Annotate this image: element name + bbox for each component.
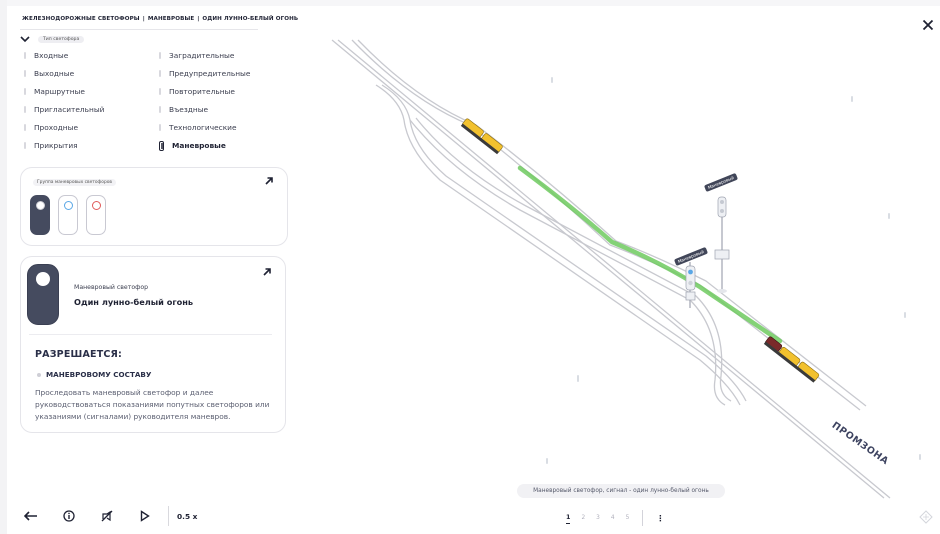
signal-description: Проследовать маневровый светофор и далее… xyxy=(35,388,270,421)
scene-caption: Маневровый светофор, сигнал - один лунно… xyxy=(517,484,725,498)
category-label: Проходные xyxy=(34,123,78,132)
category-label: Прикрытия xyxy=(34,141,78,150)
page-item[interactable]: 4 xyxy=(611,515,615,521)
category-item[interactable]: Повторительные xyxy=(159,87,250,96)
page-item[interactable]: 3 xyxy=(596,515,600,521)
sound-toggle-button[interactable] xyxy=(96,507,118,525)
category-marker xyxy=(24,142,26,149)
signal-variant-white[interactable] xyxy=(30,195,50,235)
arrow-left-icon xyxy=(24,511,37,521)
category-label: Заградительные xyxy=(169,51,235,60)
category-label: Пригласительный xyxy=(34,105,105,114)
category-item[interactable]: Выходные xyxy=(24,69,104,78)
header-divider xyxy=(20,29,258,30)
category-item[interactable]: Заградительные xyxy=(159,51,250,60)
category-marker xyxy=(24,70,26,77)
brand-logo-icon xyxy=(919,510,933,524)
category-label: Повторительные xyxy=(169,87,235,96)
signal-subtitle: Маневровый светофор xyxy=(74,284,149,291)
chevron-down-icon[interactable] xyxy=(20,35,30,43)
category-label: Маршрутные xyxy=(34,87,85,96)
category-marker xyxy=(159,70,161,77)
play-icon xyxy=(140,510,150,522)
category-item[interactable]: Пригласительный xyxy=(24,105,105,114)
signal-title: Один лунно-белый огонь xyxy=(74,297,194,307)
allowed-target: МАНЕВРОВОМУ СОСТАВУ xyxy=(37,370,151,379)
playback-toolbar: 0.5 x xyxy=(20,506,197,526)
signal-variant-red[interactable] xyxy=(86,195,106,235)
detail-divider xyxy=(29,334,272,335)
bullet-icon xyxy=(37,372,41,377)
category-marker xyxy=(159,124,161,131)
category-marker xyxy=(159,88,161,95)
category-item[interactable]: Въездные xyxy=(159,105,250,114)
category-item[interactable]: Предупредительные xyxy=(159,69,251,78)
scene-pager: 1 2 3 4 5 ⋮ xyxy=(566,510,664,526)
signal-type-badge: Тип светофора xyxy=(38,35,85,43)
breadcrumb-separator: | xyxy=(142,16,145,22)
expand-arrow-icon[interactable] xyxy=(262,267,272,277)
playback-speed[interactable]: 0.5 x xyxy=(177,512,197,521)
allowed-heading: РАЗРЕШАЕТСЯ: xyxy=(35,349,123,360)
shunting-signal-icon xyxy=(159,140,164,151)
info-button[interactable] xyxy=(58,507,80,525)
category-item[interactable]: Прикрытия xyxy=(24,141,104,150)
category-item[interactable]: Технологические xyxy=(159,123,250,132)
page-item[interactable]: 2 xyxy=(581,515,585,521)
category-item[interactable]: Маршрутные xyxy=(24,87,104,96)
signal-variant-blue[interactable] xyxy=(58,195,78,235)
page-item[interactable]: 5 xyxy=(626,515,630,521)
allowed-target-label: МАНЕВРОВОМУ СОСТАВУ xyxy=(46,370,152,379)
category-label: Маневровые xyxy=(172,141,226,150)
expand-arrow-icon[interactable] xyxy=(264,176,274,186)
more-options-icon[interactable]: ⋮ xyxy=(656,514,664,523)
close-icon[interactable] xyxy=(922,19,934,31)
group-card-tag: Группа маневровых светофоров xyxy=(33,179,117,186)
category-label: Технологические xyxy=(169,123,237,132)
category-label: Входные xyxy=(34,51,69,60)
breadcrumb: ЖЕЛЕЗНОДОРОЖНЫЕ СВЕТОФОРЫ | МАНЕВРОВЫЕ |… xyxy=(22,16,298,22)
category-marker xyxy=(159,52,161,59)
category-item[interactable]: Проходные xyxy=(24,123,104,132)
category-marker xyxy=(24,52,26,59)
category-marker xyxy=(24,88,26,95)
signal-type-toggle[interactable]: Тип светофора xyxy=(20,35,85,43)
category-item-active[interactable]: Маневровые xyxy=(159,140,250,151)
mute-icon xyxy=(101,510,113,522)
category-marker xyxy=(24,106,26,113)
signal-lamp xyxy=(64,201,73,210)
signal-lamp xyxy=(92,201,101,210)
breadcrumb-item[interactable]: ЖЕЛЕЗНОДОРОЖНЫЕ СВЕТОФОРЫ xyxy=(22,16,140,22)
category-list-left: Входные Выходные Маршрутные Пригласитель… xyxy=(24,51,105,150)
breadcrumb-separator: | xyxy=(197,16,200,22)
category-marker xyxy=(24,124,26,131)
category-item[interactable]: Входные xyxy=(24,51,104,60)
page-item-active[interactable]: 1 xyxy=(566,513,571,524)
toolbar-divider xyxy=(168,506,169,526)
pager-divider xyxy=(642,510,644,526)
shunting-signal-illustration xyxy=(27,264,59,325)
breadcrumb-item: ОДИН ЛУННО-БЕЛЫЙ ОГОНЬ xyxy=(202,16,299,22)
breadcrumb-item[interactable]: МАНЕВРОВЫЕ xyxy=(148,16,194,22)
category-list-right: Заградительные Предупредительные Повтори… xyxy=(159,51,251,151)
category-label: Предупредительные xyxy=(169,69,251,78)
back-button[interactable] xyxy=(20,507,42,525)
play-button[interactable] xyxy=(134,507,156,525)
category-label: Выходные xyxy=(34,69,75,78)
signal-lamp xyxy=(36,201,45,210)
info-icon xyxy=(63,510,75,522)
window-left-edge xyxy=(0,0,7,534)
signal-lamp-white xyxy=(36,272,50,286)
category-label: Въездные xyxy=(169,105,209,114)
category-marker xyxy=(159,106,161,113)
